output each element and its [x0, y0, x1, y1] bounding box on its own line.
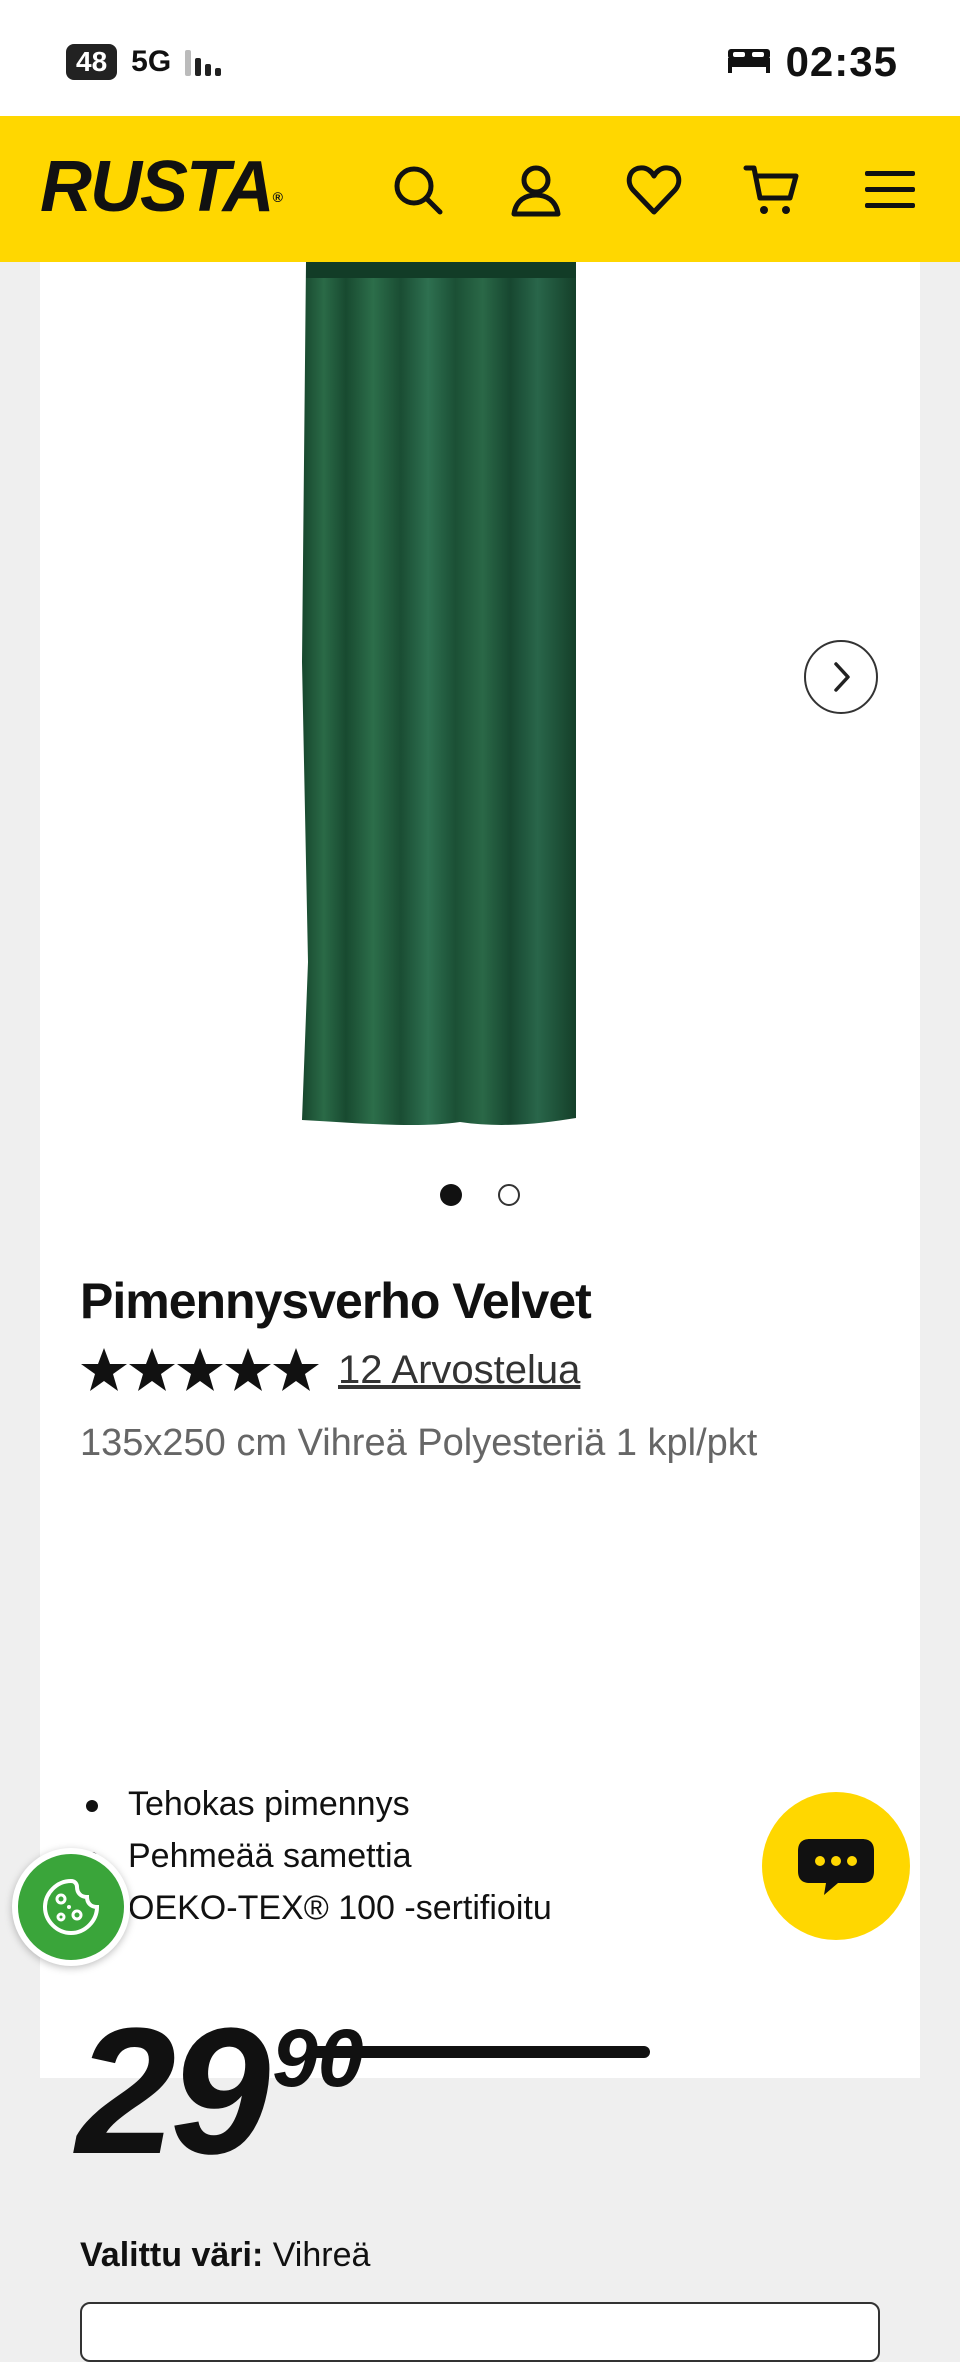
selected-color: Valittu väri: Vihreä	[80, 2236, 370, 2275]
product-price: 29 90	[76, 1991, 364, 2192]
rusta-logo[interactable]: RUSTA®	[40, 146, 283, 228]
account-icon[interactable]	[506, 160, 566, 220]
pagination-dot-1[interactable]	[440, 1184, 462, 1206]
pagination-dot-2[interactable]	[498, 1184, 520, 1206]
battery-indicator: 48	[66, 44, 118, 80]
product-card: Pimennysverho Velvet 12 Arvostelua 135x2…	[40, 262, 920, 2362]
cookie-settings-button[interactable]	[12, 1848, 130, 1966]
signal-icon	[185, 48, 222, 76]
chat-icon	[798, 1839, 874, 1895]
clock: 02:35	[785, 38, 898, 85]
price-integer: 29	[76, 1991, 270, 2192]
bed-icon	[726, 45, 772, 80]
product-image[interactable]	[40, 262, 920, 1142]
image-pagination	[40, 1184, 920, 1206]
status-left: 48 5G	[66, 44, 222, 80]
network-type: 5G	[131, 45, 172, 78]
home-indicator[interactable]	[310, 2046, 650, 2058]
reviews-link[interactable]: 12 Arvostelua	[338, 1348, 580, 1393]
product-rating: 12 Arvostelua	[80, 1346, 580, 1394]
cart-icon[interactable]	[742, 160, 802, 220]
menu-icon[interactable]	[860, 160, 920, 220]
cookie-icon	[42, 1878, 100, 1936]
rating-stars	[80, 1346, 320, 1394]
site-header: RUSTA®	[0, 116, 960, 262]
selected-color-value: Vihreä	[272, 2236, 371, 2274]
feature-item: Tehokas pimennys	[80, 1778, 552, 1830]
selected-color-label: Valittu väri:	[80, 2236, 264, 2274]
logo-text: RUSTA	[40, 147, 275, 227]
chevron-right-icon	[834, 662, 850, 692]
feature-list: Tehokas pimennys Pehmeää samettia OEKO-T…	[80, 1778, 552, 1934]
heart-icon[interactable]	[624, 160, 684, 220]
price-decimal: 90	[272, 2013, 364, 2104]
feature-item: OEKO-TEX® 100 -sertifioitu	[80, 1882, 552, 1934]
search-icon[interactable]	[388, 160, 448, 220]
feature-item: Pehmeää samettia	[80, 1830, 552, 1882]
status-right: 02:35	[726, 38, 898, 86]
status-bar: 48 5G 02:35	[0, 0, 960, 116]
chat-button[interactable]	[762, 1792, 910, 1940]
product-title: Pimennysverho Velvet	[80, 1273, 592, 1329]
next-image-button[interactable]	[804, 640, 878, 714]
product-subtitle: 135x250 cm Vihreä Polyesteriä 1 kpl/pkt	[80, 1422, 758, 1464]
color-selector[interactable]	[80, 2302, 880, 2362]
